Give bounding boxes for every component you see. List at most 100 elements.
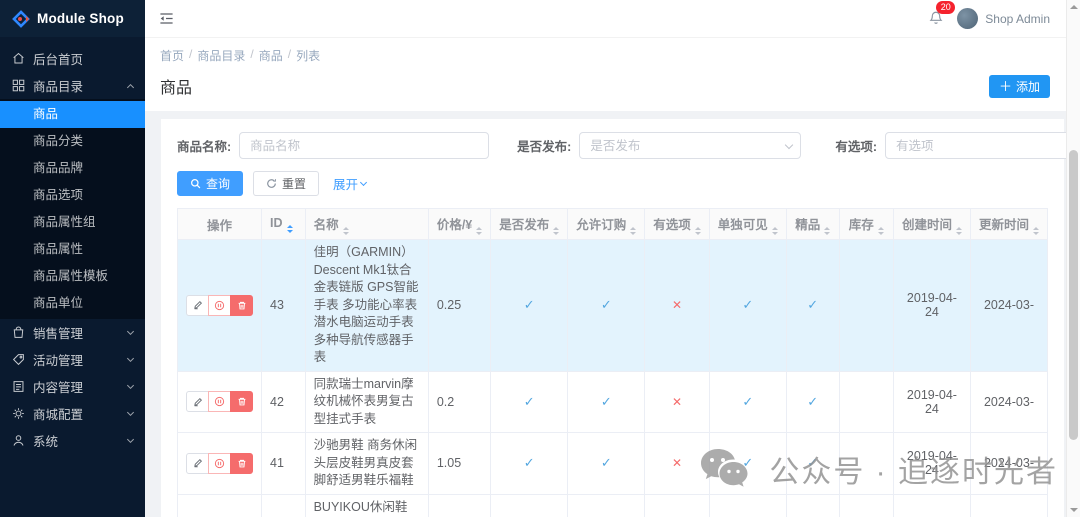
column-header[interactable]: 单独可见: [708, 208, 787, 240]
sort-icon[interactable]: [955, 226, 962, 235]
sidebar-menu: 后台首页 商品目录 商品 商品分类 商品品牌 商品选项 商品属性组 商品属性 商…: [0, 37, 145, 454]
sidebar-item-dashboard[interactable]: 后台首页: [0, 45, 145, 72]
sort-icon[interactable]: [286, 224, 293, 233]
sort-icon[interactable]: [630, 226, 637, 235]
column-header[interactable]: 是否发布: [490, 208, 569, 240]
logo-diamond-icon: [12, 9, 30, 28]
stock-cell: [838, 493, 894, 517]
app-logo[interactable]: Module Shop: [0, 0, 145, 37]
notifications-button[interactable]: 20: [929, 0, 956, 28]
breadcrumb-home[interactable]: 首页: [160, 47, 184, 64]
disable-button[interactable]: [208, 452, 231, 474]
column-header[interactable]: 价格/¥: [427, 208, 492, 240]
scrollbar-thumb[interactable]: [1069, 150, 1078, 440]
sort-icon[interactable]: [877, 226, 884, 235]
sort-icon[interactable]: [342, 226, 349, 235]
add-button[interactable]: ＋ 添加: [988, 74, 1050, 98]
sort-icon[interactable]: [824, 226, 831, 235]
scroll-down-arrow[interactable]: [1070, 508, 1078, 512]
column-header[interactable]: 名称: [304, 208, 429, 240]
column-header[interactable]: ID: [261, 208, 306, 240]
product-name-label: 商品名称:: [177, 140, 232, 154]
featured-cell: ✓: [785, 432, 840, 495]
sidebar-item-product-options[interactable]: 商品选项: [0, 182, 145, 209]
expand-filters-link[interactable]: 展开: [333, 174, 368, 193]
breadcrumb-catalog[interactable]: 商品目录: [197, 47, 245, 64]
sidebar-item-sales[interactable]: 销售管理: [0, 319, 145, 346]
chevron-down-icon: [126, 381, 135, 389]
cross-icon: ✕: [672, 298, 683, 313]
gear-icon: [12, 407, 25, 420]
column-header[interactable]: 更新时间: [969, 208, 1048, 240]
table-row[interactable]: 42 同款瑞士marvin摩纹机械怀表男复古型挂式手表 0.2 ✓ ✓ ✕ ✓ ✓ 2019-0…: [177, 370, 1048, 433]
column-header[interactable]: 允许订购: [567, 208, 646, 240]
collapse-sidebar-button[interactable]: [159, 11, 174, 26]
name-cell: 沙驰男鞋 商务休闲头层皮鞋男真皮套脚舒适男鞋乐福鞋: [304, 432, 429, 495]
sort-icon[interactable]: [771, 226, 778, 235]
sort-icon[interactable]: [476, 226, 483, 235]
sidebar-item-product-units[interactable]: 商品单位: [0, 290, 145, 317]
edit-button[interactable]: [186, 391, 209, 413]
column-header[interactable]: 库存: [838, 208, 894, 240]
sidebar-item-config[interactable]: 商城配置: [0, 400, 145, 427]
check-icon: ✓: [600, 393, 612, 409]
sidebar-item-products[interactable]: 商品: [0, 101, 145, 128]
table-row[interactable]: 41 沙驰男鞋 商务休闲头层皮鞋男真皮套脚舒适男鞋乐福鞋 1.05 ✓ ✓ ✕ ✓ ✓ 2019…: [177, 432, 1048, 495]
name-cell: BUYIKOU休闲鞋女鞋小白鞋百搭韩版运动鞋女飞织跑鞋女单鞋基础2019新款小清…: [304, 493, 429, 517]
delete-button[interactable]: [230, 391, 253, 413]
column-header[interactable]: 创建时间: [892, 208, 971, 240]
chevron-down-icon: [126, 435, 135, 443]
stock-cell: [838, 370, 894, 433]
home-icon: [12, 52, 25, 65]
scroll-up-arrow[interactable]: [1070, 5, 1078, 9]
sidebar-item-content[interactable]: 内容管理: [0, 373, 145, 400]
has-options-select[interactable]: [885, 132, 1080, 159]
updated-cell: 2024-03-: [969, 239, 1048, 372]
visible-cell: ✓: [708, 370, 787, 433]
row-actions: [186, 294, 253, 316]
sidebar-item-attributes[interactable]: 商品属性: [0, 236, 145, 263]
edit-button[interactable]: [186, 452, 209, 474]
orderable-cell: ✓: [567, 432, 646, 495]
sidebar-item-product-categories[interactable]: 商品分类: [0, 128, 145, 155]
disable-button[interactable]: [208, 391, 231, 413]
reset-button[interactable]: 重置: [253, 171, 320, 196]
edit-button[interactable]: [186, 294, 209, 316]
user-menu[interactable]: Shop Admin: [957, 8, 1050, 29]
published-select[interactable]: [579, 132, 802, 159]
column-header[interactable]: 精品: [785, 208, 840, 240]
table-row[interactable]: 43 佳明（GARMIN）Descent Mk1钛合金表链版 GPS智能手表 多功…: [177, 239, 1048, 372]
sort-icon[interactable]: [694, 226, 701, 235]
table-row[interactable]: 40BUYIKOU休闲鞋女鞋小白鞋百搭韩版运动鞋女飞织跑鞋女单鞋基础2019新款…: [177, 493, 1048, 517]
product-name-input[interactable]: [239, 132, 490, 159]
sidebar-item-system[interactable]: 系统: [0, 427, 145, 454]
column-header[interactable]: 有选项: [644, 208, 710, 240]
chevron-down-icon: [126, 327, 135, 335]
sort-icon[interactable]: [553, 226, 560, 235]
check-icon: ✓: [742, 297, 754, 313]
orderable-cell: ✓: [567, 493, 646, 517]
disable-button[interactable]: [208, 294, 231, 316]
sidebar-item-attribute-templates[interactable]: 商品属性模板: [0, 263, 145, 290]
delete-button[interactable]: [230, 452, 253, 474]
search-button[interactable]: 查询: [177, 171, 244, 196]
price-cell: 1.05: [427, 432, 492, 495]
notification-badge: 20: [936, 0, 956, 14]
breadcrumb-products[interactable]: 商品: [259, 47, 283, 64]
vertical-scrollbar[interactable]: [1066, 0, 1080, 517]
visible-cell: ✓: [708, 432, 787, 495]
sort-icon[interactable]: [1032, 226, 1039, 235]
featured-cell: ✓: [785, 370, 840, 433]
row-actions: [186, 391, 253, 413]
created-cell: 2019-04-24: [892, 239, 971, 372]
price-cell: 0.65: [427, 493, 492, 517]
delete-button[interactable]: [230, 294, 253, 316]
operations-cell: [177, 370, 262, 433]
sidebar-item-attribute-groups[interactable]: 商品属性组: [0, 209, 145, 236]
sidebar-item-product-brands[interactable]: 商品品牌: [0, 155, 145, 182]
sidebar-item-activities[interactable]: 活动管理: [0, 346, 145, 373]
visible-cell: ✓: [708, 239, 787, 372]
id-cell: 43: [261, 239, 306, 372]
has-options-cell: ✕: [644, 432, 710, 495]
sidebar-item-catalog[interactable]: 商品目录: [0, 72, 145, 99]
